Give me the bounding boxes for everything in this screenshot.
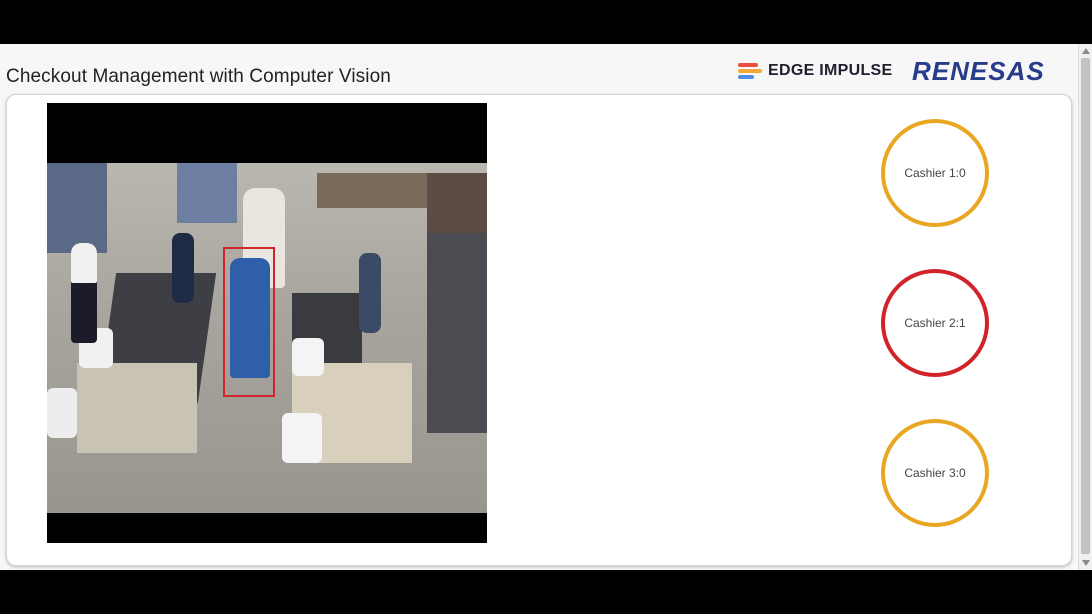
cashier-2-indicator: Cashier 2:1 [881, 269, 989, 377]
camera-feed[interactable] [47, 103, 487, 543]
edge-impulse-wordmark: EDGE IMPULSE [768, 62, 893, 79]
scroll-up-arrow-icon[interactable] [1082, 48, 1090, 54]
edge-impulse-mark-icon [738, 62, 762, 80]
letterbox-bottom [0, 570, 1092, 614]
vertical-scrollbar[interactable] [1078, 44, 1092, 570]
cashier-1-label: Cashier 1:0 [904, 166, 966, 180]
edge-impulse-logo: EDGE IMPULSE [738, 60, 893, 82]
dashboard-page: Checkout Management with Computer Vision… [0, 44, 1092, 570]
letterbox-top [0, 0, 1092, 44]
main-card: Cashier 1:0 Cashier 2:1 Cashier 3:0 [6, 94, 1072, 566]
person-detection-box [223, 247, 275, 397]
renesas-logo: RENESAS [912, 56, 1045, 86]
cashier-1-indicator: Cashier 1:0 [881, 119, 989, 227]
cashier-2-label: Cashier 2:1 [904, 316, 966, 330]
header: Checkout Management with Computer Vision… [0, 44, 1078, 92]
cashier-3-indicator: Cashier 3:0 [881, 419, 989, 527]
scroll-down-arrow-icon[interactable] [1082, 560, 1090, 566]
scroll-thumb[interactable] [1081, 58, 1090, 554]
page-title: Checkout Management with Computer Vision [6, 66, 391, 87]
cashier-3-label: Cashier 3:0 [904, 466, 966, 480]
